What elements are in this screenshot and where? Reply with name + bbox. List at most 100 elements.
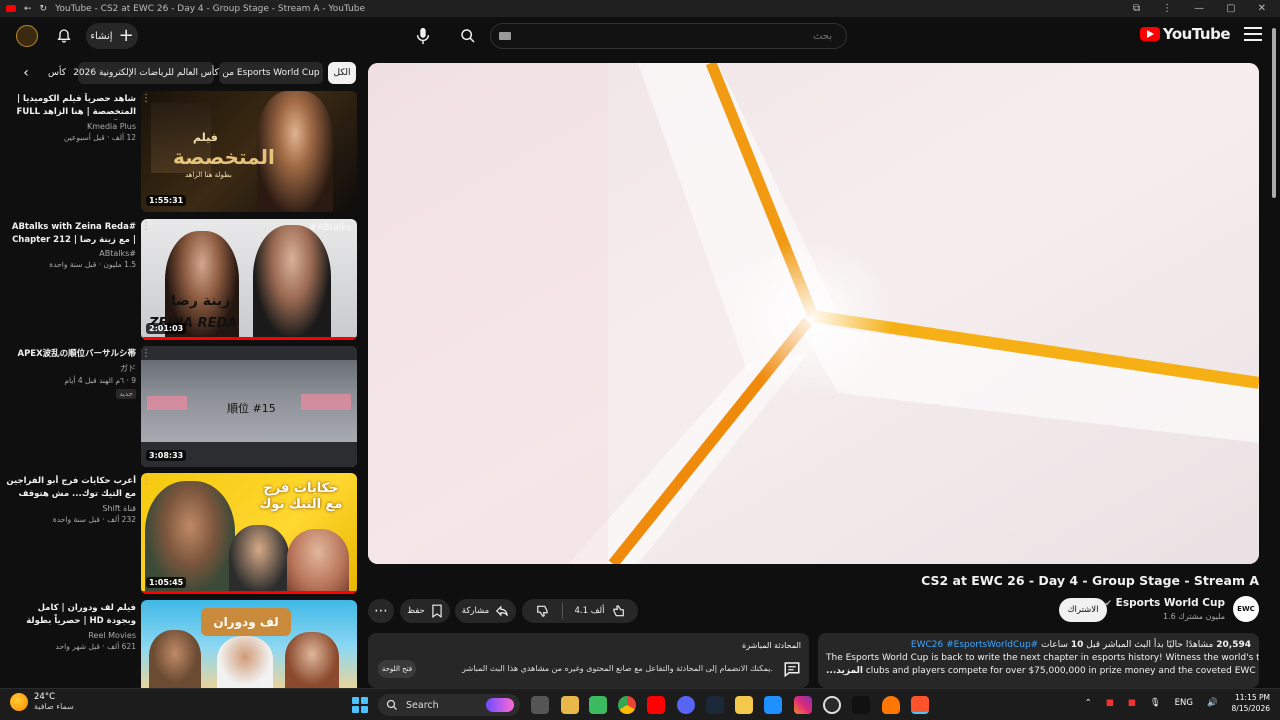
- recommendation-item[interactable]: حكايات فرج مع التيك توك 1:05:45 أعرب حكا…: [0, 473, 360, 595]
- video-stats: 12 ألف · قبل أسبوعين: [63, 133, 136, 142]
- app-icon-green[interactable]: [589, 696, 607, 714]
- account-avatar[interactable]: [16, 25, 38, 47]
- app-icon-blue[interactable]: [764, 696, 782, 714]
- brave-browser-icon[interactable]: [911, 696, 929, 714]
- subscribe-button[interactable]: الاشتراك: [1059, 598, 1107, 622]
- more-options-icon[interactable]: ⋮: [141, 348, 151, 359]
- windows-start-icon[interactable]: [352, 697, 368, 713]
- video-title[interactable]: شاهد حصرياً فيلم الكوميديا | المتخصصة | …: [6, 93, 136, 120]
- video-thumbnail[interactable]: 順位 #15 3:08:33: [141, 346, 357, 467]
- close-icon[interactable]: ✕: [1258, 3, 1266, 14]
- chip-more[interactable]: كأس: [44, 62, 70, 84]
- chrome-icon[interactable]: [618, 696, 636, 714]
- chip-ewc-2026[interactable]: كأس العالم للرياضات الإلكترونية 2026: [73, 62, 219, 84]
- save-button[interactable]: حفظ: [400, 599, 450, 623]
- recommendation-item[interactable]: فيلم المتخصصة بطولة هنا الزاهد 1:55:31 ش…: [0, 91, 360, 213]
- extensions-icon[interactable]: ⧉: [1133, 3, 1140, 14]
- tiktok-icon[interactable]: [852, 696, 870, 714]
- hamburger-menu-icon[interactable]: [1244, 27, 1262, 41]
- steam-icon[interactable]: [706, 696, 724, 714]
- thumb-label: حكايات فرج مع التيك توك: [259, 481, 343, 512]
- video-thumbnail[interactable]: لف ودوران: [141, 600, 357, 688]
- scrollbar-thumb[interactable]: [1272, 28, 1276, 198]
- share-button[interactable]: مشاركة: [455, 599, 516, 623]
- video-title[interactable]: #ABtalks with Zeina Reda | مع زينة رضا |…: [6, 221, 136, 247]
- chip-from-channel[interactable]: من Esports World Cup: [219, 62, 323, 84]
- notifications-button[interactable]: [52, 24, 76, 48]
- video-title[interactable]: APEX波乱の順位バーサルシ帯: [6, 348, 137, 361]
- channel-name[interactable]: قناة Shift: [6, 504, 136, 513]
- more-options-icon[interactable]: ⋮: [141, 602, 151, 613]
- like-count: 4.1 ألف: [574, 606, 605, 616]
- search-button[interactable]: [450, 22, 486, 50]
- plus-icon: +: [118, 25, 134, 46]
- channel-name[interactable]: #ABtalks: [6, 249, 136, 258]
- chips-scroll-left-icon[interactable]: ‹: [18, 62, 34, 84]
- video-player[interactable]: [368, 63, 1259, 564]
- channel-name[interactable]: ガド: [6, 363, 136, 374]
- thumb-label-arabic: زينة رضا: [171, 293, 231, 309]
- stream-placeholder-graphic: [368, 63, 1259, 564]
- obs-icon[interactable]: [823, 696, 841, 714]
- open-chat-button[interactable]: فتح اللوحة: [378, 660, 416, 678]
- page-scrollbar[interactable]: [1271, 22, 1277, 688]
- create-button[interactable]: إنشاء +: [86, 23, 138, 49]
- thumbs-down-icon: [536, 605, 548, 617]
- voice-search-button[interactable]: [408, 22, 438, 50]
- clock[interactable]: 11:15 PM 8/15/2026: [1232, 692, 1270, 714]
- recommendation-item[interactable]: #ABtalks زينة رضا ZEINA REDA 2:01:03 #AB…: [0, 219, 360, 341]
- search-box[interactable]: [490, 23, 847, 49]
- description-box[interactable]: 20,594 مشاهدًا حاليًا بدأ البث المباشر ق…: [818, 633, 1259, 688]
- dislike-button[interactable]: [530, 604, 556, 618]
- show-more-link[interactable]: ...المزيد: [826, 666, 863, 676]
- more-options-icon[interactable]: ⋮: [141, 93, 151, 104]
- minimize-icon[interactable]: —: [1194, 3, 1204, 14]
- weather-condition: سماء صافية: [34, 702, 74, 711]
- discord-icon[interactable]: [677, 696, 695, 714]
- video-thumbnail[interactable]: فيلم المتخصصة بطولة هنا الزاهد 1:55:31: [141, 91, 357, 212]
- more-options-icon[interactable]: ⋮: [141, 475, 151, 486]
- mic-tray-icon[interactable]: 🎙: [1150, 698, 1161, 708]
- like-button[interactable]: 4.1 ألف: [569, 604, 631, 618]
- chevron-up-icon[interactable]: ⌃: [1085, 698, 1092, 708]
- volume-icon[interactable]: 🔊: [1207, 698, 1218, 708]
- refresh-icon[interactable]: ↻: [40, 4, 48, 14]
- channel-name[interactable]: Reel Movies: [6, 631, 136, 640]
- channel-name-main[interactable]: ✔ Esports World Cup: [1104, 597, 1225, 609]
- tab-title[interactable]: YouTube - CS2 at EWC 26 - Day 4 - Group …: [55, 4, 365, 14]
- description-line: clubs and players compete for over $75,0…: [865, 666, 1259, 676]
- temperature: 24°C: [34, 692, 56, 702]
- widgets-icon[interactable]: [561, 696, 579, 714]
- youtube-app-icon[interactable]: [647, 696, 665, 714]
- soundcloud-icon[interactable]: [882, 696, 900, 714]
- weather-widget[interactable]: 24°C سماء صافية: [10, 692, 74, 711]
- taskbar-search[interactable]: Search: [378, 694, 520, 716]
- keyboard-icon[interactable]: [499, 32, 511, 40]
- search-input[interactable]: [491, 24, 846, 48]
- file-explorer-icon[interactable]: [735, 696, 753, 714]
- hashtags[interactable]: #EWC26 #EsportsWorldCup: [911, 640, 1038, 650]
- chip-all[interactable]: الكل: [328, 62, 356, 84]
- thumbs-up-icon: [612, 605, 624, 617]
- back-arrow-icon[interactable]: ←: [24, 4, 32, 14]
- video-thumbnail[interactable]: #ABtalks زينة رضا ZEINA REDA 2:01:03: [141, 219, 357, 340]
- tray-app-icon[interactable]: ■: [1128, 698, 1136, 708]
- task-view-icon[interactable]: [531, 696, 549, 714]
- more-options-icon[interactable]: ⋮: [141, 221, 151, 232]
- tray-app-icon[interactable]: ■: [1106, 698, 1114, 708]
- bookmark-icon: [432, 604, 442, 618]
- share-label: مشاركة: [461, 606, 490, 616]
- video-thumbnail[interactable]: حكايات فرج مع التيك توك 1:05:45: [141, 473, 357, 594]
- recommendation-item[interactable]: لف ودوران فيلم لف ودوران | كامل وبجودة H…: [0, 600, 360, 688]
- more-actions-button[interactable]: ⋯: [368, 599, 394, 623]
- video-title[interactable]: فيلم لف ودوران | كامل وبجودة HD | حصرياً…: [6, 602, 136, 629]
- channel-avatar[interactable]: EWC: [1233, 596, 1259, 622]
- youtube-logo[interactable]: YouTube: [1139, 25, 1231, 43]
- language-indicator[interactable]: ENG: [1175, 698, 1193, 708]
- recommendation-item[interactable]: 順位 #15 3:08:33 APEX波乱の順位バーサルシ帯 ガド 9 · ٦م…: [0, 346, 360, 468]
- maximize-icon[interactable]: ▢: [1226, 3, 1235, 14]
- browser-menu-icon[interactable]: ⋮: [1162, 3, 1172, 14]
- channel-name[interactable]: Kmedia Plus: [6, 122, 136, 131]
- instagram-icon[interactable]: [794, 696, 812, 714]
- video-title[interactable]: أعرب حكايات فرج أبو الفراجين مع التيك تو…: [6, 475, 136, 502]
